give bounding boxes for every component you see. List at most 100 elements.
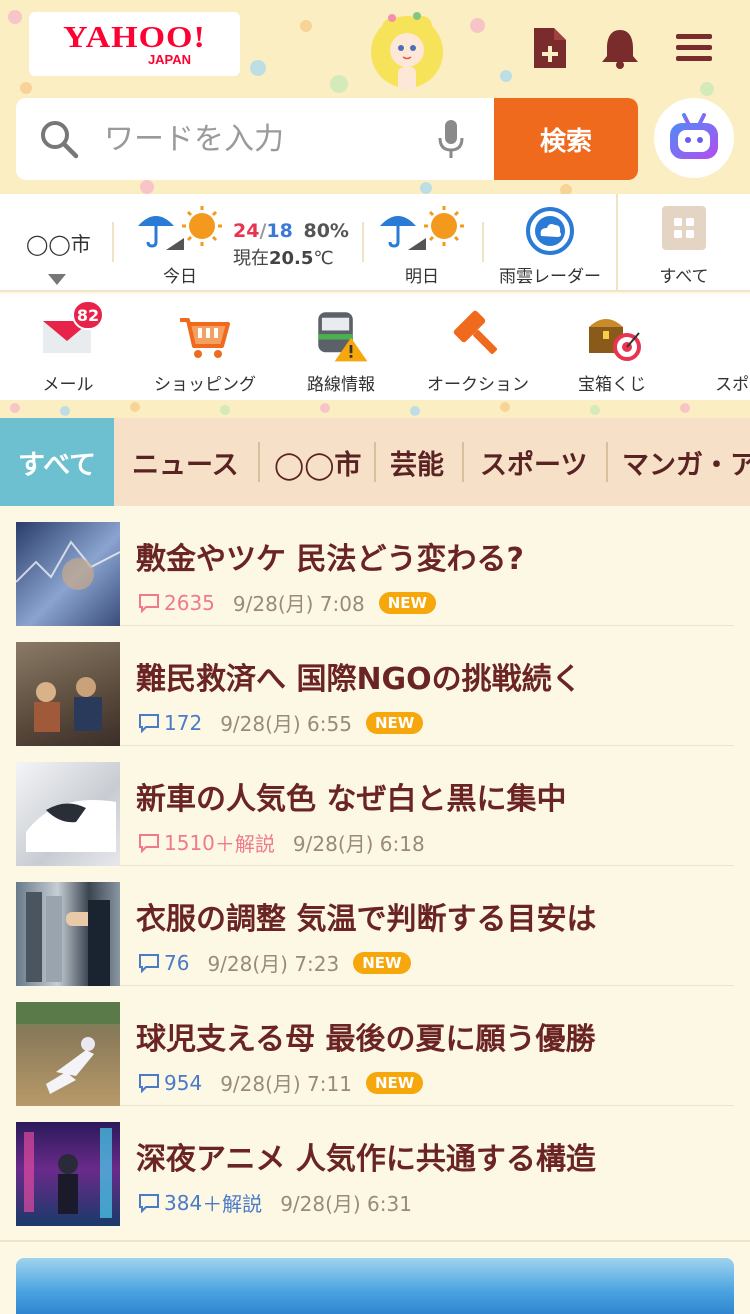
- current-temp-prefix: 現在: [233, 248, 269, 269]
- news-meta: 954 9/28(月) 7:11 NEW: [138, 1068, 424, 1097]
- tab-city[interactable]: ◯◯市: [274, 418, 361, 506]
- umbrella-sun-icon: [380, 206, 464, 250]
- news-list: 敷金やツケ 民法どう変わる? 2635 9/28(月) 7:08 NEW 難民救…: [0, 506, 750, 1242]
- city-dropdown-icon[interactable]: [48, 274, 66, 285]
- news-meta: 172 9/28(月) 6:55 NEW: [138, 708, 424, 737]
- new-badge: NEW: [353, 951, 411, 974]
- new-badge: NEW: [378, 591, 437, 614]
- weather-all-label[interactable]: すべて: [644, 262, 724, 287]
- service-shopping[interactable]: ショッピング: [140, 294, 270, 400]
- auction-hammer-icon: [448, 304, 508, 366]
- service-transit[interactable]: 路線情報: [296, 294, 386, 400]
- mail-icon: 82: [38, 300, 104, 366]
- news-item[interactable]: 新車の人気色 なぜ白と黒に集中 1510 ＋解説 9/28(月) 6:18: [16, 746, 734, 866]
- grid-icon[interactable]: [662, 206, 706, 250]
- news-title[interactable]: 球児支える母 最後の夏に願う優勝: [136, 1014, 596, 1058]
- decor-dot: [560, 184, 572, 194]
- news-item[interactable]: 球児支える母 最後の夏に願う優勝 954 9/28(月) 7:11 NEW: [16, 986, 734, 1106]
- rain-radar-icon: [526, 207, 574, 255]
- news-meta: 76 9/28(月) 7:23 NEW: [138, 948, 411, 977]
- service-auction[interactable]: オークション: [420, 294, 536, 400]
- divider: [112, 222, 114, 262]
- microphone-icon[interactable]: [436, 118, 466, 160]
- current-temp: 現在20.5℃: [233, 244, 334, 270]
- news-item[interactable]: 衣服の調整 気温で判断する目安は 76 9/28(月) 7:23 NEW: [16, 866, 734, 986]
- news-thumbnail: [16, 882, 120, 986]
- news-thumbnail: [16, 1002, 120, 1106]
- divider: [482, 222, 484, 262]
- menu-icon[interactable]: [672, 26, 716, 70]
- tab-divider: [374, 442, 376, 482]
- weather-city[interactable]: ◯◯市: [26, 228, 91, 257]
- service-label: ショッピング: [154, 375, 256, 395]
- news-time: 9/28(月) 7:08: [232, 592, 365, 616]
- decor-dot: [250, 60, 266, 76]
- tab-all[interactable]: すべて: [0, 418, 114, 506]
- comment-icon: [139, 1193, 159, 1213]
- decorative-strip: [0, 400, 750, 418]
- service-mail[interactable]: 82 メール: [28, 294, 108, 400]
- comment-icon: [139, 833, 159, 853]
- search-input[interactable]: [104, 98, 424, 180]
- tab-manga[interactable]: マンガ・ア: [622, 418, 750, 506]
- news-meta: 2635 9/28(月) 7:08 NEW: [138, 588, 437, 617]
- search-icon: [41, 121, 79, 159]
- logo-sub-text: JAPAN: [147, 52, 192, 67]
- news-thumbnail: [16, 762, 120, 866]
- bell-icon[interactable]: [598, 26, 642, 70]
- tab-divider: [258, 442, 260, 482]
- weather-today-label: 今日: [163, 267, 197, 287]
- tab-sports[interactable]: スポーツ: [480, 418, 587, 506]
- news-title[interactable]: 深夜アニメ 人気作に共通する構造: [136, 1134, 596, 1178]
- rain-radar-label[interactable]: 雨雲レーダー: [492, 262, 608, 287]
- news-item[interactable]: 深夜アニメ 人気作に共通する構造 384 ＋解説 9/28(月) 6:31: [16, 1106, 734, 1226]
- news-meta: 1510 ＋解説 9/28(月) 6:18: [138, 828, 425, 857]
- service-label: スポーツ: [715, 375, 750, 395]
- news-title[interactable]: 新車の人気色 なぜ白と黒に集中: [136, 774, 566, 818]
- high-temp: 24: [233, 220, 260, 242]
- news-title[interactable]: 衣服の調整 気温で判断する目安は: [136, 894, 596, 938]
- comment-count[interactable]: 76: [138, 951, 189, 975]
- comment-count[interactable]: 2635: [138, 591, 215, 615]
- comment-icon: [139, 713, 159, 733]
- category-tabs: すべて ニュース ◯◯市 芸能 スポーツ マンガ・ア: [0, 418, 750, 506]
- weather-panel[interactable]: ◯◯市 今日 24/18 80% 現在20.5℃ 明日 雨雲レーダー すべて: [0, 194, 750, 292]
- comment-count-value: 172: [164, 710, 203, 735]
- current-temp-value: 20.5: [269, 248, 314, 269]
- weather-temps: 24/18 80%: [233, 220, 349, 242]
- comment-count[interactable]: 172: [138, 711, 202, 735]
- news-thumbnail: [16, 642, 120, 746]
- news-title[interactable]: 敷金やツケ 民法どう変わる?: [136, 534, 524, 578]
- yahoo-logo[interactable]: YAHOO! JAPAN: [29, 12, 240, 76]
- news-time: 9/28(月) 6:18: [292, 832, 425, 856]
- comment-count[interactable]: 384 ＋解説: [138, 1188, 262, 1217]
- treasure-chest-icon: [582, 304, 642, 366]
- tab-news[interactable]: ニュース: [132, 418, 239, 506]
- featured-card[interactable]: [16, 1258, 734, 1314]
- assistant-robot-icon: [670, 113, 718, 159]
- new-document-icon[interactable]: [528, 26, 572, 70]
- news-item[interactable]: 難民救済へ 国際NGOの挑戦続く 172 9/28(月) 6:55 NEW: [16, 626, 734, 746]
- logo-main-text: YAHOO!: [63, 20, 206, 55]
- news-item[interactable]: 敷金やツケ 民法どう変わる? 2635 9/28(月) 7:08 NEW: [16, 506, 734, 626]
- decor-dot: [700, 82, 714, 96]
- ai-assistant-button[interactable]: [654, 98, 734, 178]
- service-treasure-lottery[interactable]: 宝箱くじ: [570, 294, 654, 400]
- news-title[interactable]: 難民救済へ 国際NGOの挑戦続く: [136, 654, 582, 698]
- divider: [362, 222, 364, 262]
- search-button[interactable]: 検索: [494, 98, 638, 180]
- comment-suffix: ＋解説: [214, 832, 275, 856]
- decor-dot: [420, 182, 432, 194]
- decor-dot: [20, 82, 32, 94]
- new-badge: NEW: [365, 1071, 424, 1094]
- comment-count[interactable]: 954: [138, 1071, 202, 1095]
- tab-entertainment[interactable]: 芸能: [390, 418, 444, 506]
- sports-logo-icon: SP: [719, 304, 750, 366]
- weather-tomorrow-label: 明日: [405, 267, 439, 287]
- service-label: オークション: [427, 375, 529, 395]
- divider: [616, 194, 618, 290]
- service-sports[interactable]: SP スポーツ: [694, 294, 750, 400]
- comment-count[interactable]: 1510 ＋解説: [138, 828, 275, 857]
- news-time: 9/28(月) 6:55: [220, 712, 352, 736]
- comment-icon: [139, 1073, 159, 1093]
